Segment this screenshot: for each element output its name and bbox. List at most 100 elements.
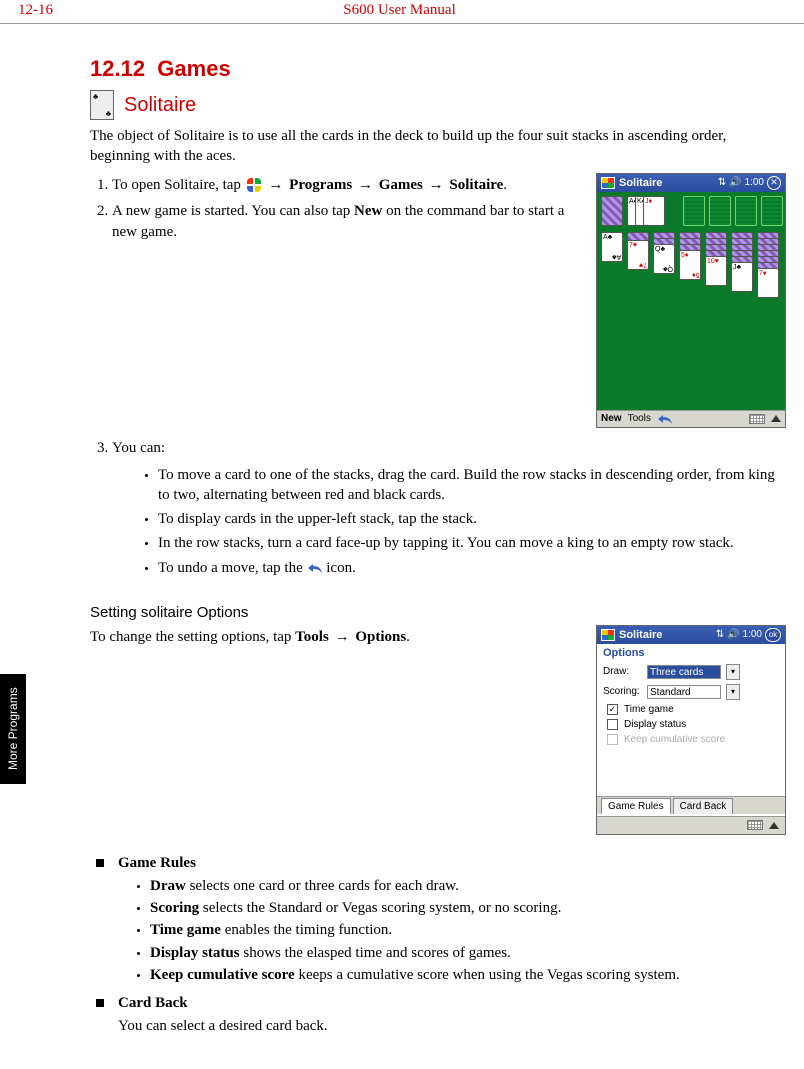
menu-tools[interactable]: Tools xyxy=(628,413,651,424)
checkbox-label: Display status xyxy=(624,719,686,730)
window-titlebar: Solitaire ⇅ 🔊 1:00 ok xyxy=(597,626,785,644)
foundation-slot[interactable] xyxy=(735,196,757,226)
sip-up-icon[interactable] xyxy=(769,822,779,829)
screenshot-solitaire-game: Solitaire ⇅ 🔊 1:00 ✕ A♠ K♠ J♦ A♣A♣ 7♥7♥ xyxy=(596,173,786,428)
options-panel: Options Draw: Three cards Scoring: Stand… xyxy=(597,644,785,834)
speaker-icon: 🔊 xyxy=(727,629,739,640)
checkbox-time-game[interactable]: ✓ Time game xyxy=(597,702,785,717)
dropdown-icon[interactable] xyxy=(726,684,740,700)
term: Display status xyxy=(150,945,240,961)
tab-card-back[interactable]: Card Back xyxy=(673,798,734,814)
step-text: To open Solitaire, tap xyxy=(112,177,245,193)
solitaire-board[interactable]: A♠ K♠ J♦ A♣A♣ 7♥7♥ Q♣Q♣ 5♦5♦ 10♥ xyxy=(597,192,785,410)
checkbox-icon xyxy=(607,719,618,730)
tableau-card[interactable]: J♣ xyxy=(731,262,753,292)
section-heading: 12.12 Games xyxy=(90,56,786,82)
term: Keep cumulative score xyxy=(150,967,295,983)
list-item: In the row stacks, turn a card face-up b… xyxy=(158,533,786,553)
tableau-card[interactable]: 7♥7♥ xyxy=(627,240,649,270)
tableau-card[interactable]: 10♥ xyxy=(705,256,727,286)
undo-icon xyxy=(307,562,323,574)
desc: keeps a cumulative score when using the … xyxy=(295,967,680,983)
arrow-icon: → xyxy=(266,177,285,193)
term: Scoring xyxy=(150,900,199,916)
options-subheading: Setting solitaire Options xyxy=(90,604,786,621)
step-bold: New xyxy=(354,203,382,219)
foundation-slot[interactable] xyxy=(761,196,783,226)
text: . xyxy=(406,629,410,645)
manual-title: S600 User Manual xyxy=(53,2,746,19)
solitaire-card-icon xyxy=(90,90,114,120)
list-item: To undo a move, tap the icon. xyxy=(158,558,786,578)
step-bold: Solitaire xyxy=(449,177,503,193)
page-header: 12-16 S600 User Manual xyxy=(0,0,804,24)
section-title: Games xyxy=(157,56,230,81)
page-number: 12-16 xyxy=(18,2,53,19)
scoring-label: Scoring: xyxy=(603,686,641,697)
list-text: To undo a move, tap the xyxy=(158,560,307,576)
list-item: Keep cumulative score keeps a cumulative… xyxy=(150,965,786,985)
game-heading-row: Solitaire xyxy=(90,90,786,120)
desc: enables the timing function. xyxy=(221,922,392,938)
close-icon[interactable]: ✕ xyxy=(767,176,781,190)
deck-pile[interactable] xyxy=(601,196,623,226)
list-item: To display cards in the upper-left stack… xyxy=(158,509,786,529)
list-item: Draw selects one card or three cards for… xyxy=(150,876,786,896)
arrow-icon: → xyxy=(356,177,375,193)
waste-card[interactable]: J♦ xyxy=(643,196,665,226)
side-tab: More Programs xyxy=(0,674,26,784)
bold-text: Options xyxy=(355,629,406,645)
clock-text: 1:00 xyxy=(745,177,764,188)
game-title: Solitaire xyxy=(124,94,196,117)
command-bar: New Tools xyxy=(597,410,785,427)
clock-text: 1:00 xyxy=(743,629,762,640)
arrow-icon: → xyxy=(333,629,352,645)
term: Time game xyxy=(150,922,221,938)
step-3: You can: To move a card to one of the st… xyxy=(112,438,786,578)
speaker-icon: 🔊 xyxy=(729,177,741,188)
block-title: Card Back xyxy=(118,995,188,1011)
scoring-select[interactable]: Standard xyxy=(647,685,721,699)
rules-inner-list: Draw selects one card or three cards for… xyxy=(118,876,786,985)
checkbox-display-status[interactable]: Display status xyxy=(597,717,785,732)
foundation-slot[interactable] xyxy=(683,196,705,226)
tableau-card[interactable]: 7♦ xyxy=(757,268,779,298)
window-title: Solitaire xyxy=(619,177,718,189)
signal-icon: ⇅ xyxy=(718,177,726,188)
step-3-sublist: To move a card to one of the stacks, dra… xyxy=(132,465,786,578)
tableau-card[interactable]: Q♣Q♣ xyxy=(653,244,675,274)
tableau-card[interactable]: 5♦5♦ xyxy=(679,250,701,280)
card-back-desc: You can select a desired card back. xyxy=(118,1016,786,1037)
keyboard-icon[interactable] xyxy=(749,414,765,424)
game-rules-block: Game Rules Draw selects one card or thre… xyxy=(96,853,786,985)
windows-flag-icon xyxy=(247,178,261,192)
checkbox-label: Time game xyxy=(624,704,674,715)
draw-select[interactable]: Three cards xyxy=(647,665,721,679)
tab-game-rules[interactable]: Game Rules xyxy=(601,798,671,814)
menu-new[interactable]: New xyxy=(601,413,622,424)
list-text: icon. xyxy=(326,560,356,576)
dropdown-icon[interactable] xyxy=(726,664,740,680)
sip-up-icon[interactable] xyxy=(771,415,781,422)
term: Draw xyxy=(150,878,186,894)
undo-icon[interactable] xyxy=(657,413,673,425)
checkbox-icon: ✓ xyxy=(607,704,618,715)
tableau-card[interactable]: A♣A♣ xyxy=(601,232,623,262)
list-item: Scoring selects the Standard or Vegas sc… xyxy=(150,898,786,918)
card-back-block: Card Back You can select a desired card … xyxy=(96,993,786,1037)
keyboard-icon[interactable] xyxy=(747,820,763,830)
step-bold: Games xyxy=(379,177,423,193)
section-number: 12.12 xyxy=(90,56,145,81)
list-item: To move a card to one of the stacks, dra… xyxy=(158,465,786,506)
foundation-slot[interactable] xyxy=(709,196,731,226)
desc: selects the Standard or Vegas scoring sy… xyxy=(199,900,561,916)
ok-button[interactable]: ok xyxy=(765,628,781,642)
command-bar xyxy=(597,816,785,834)
step-text: You can: xyxy=(112,440,165,456)
start-flag-icon[interactable] xyxy=(601,629,615,641)
tab-strip: Game Rules Card Back xyxy=(597,796,785,814)
start-flag-icon[interactable] xyxy=(601,177,615,189)
bold-text: Tools xyxy=(295,629,329,645)
text: To change the setting options, tap xyxy=(90,629,295,645)
step-bold: Programs xyxy=(289,177,352,193)
